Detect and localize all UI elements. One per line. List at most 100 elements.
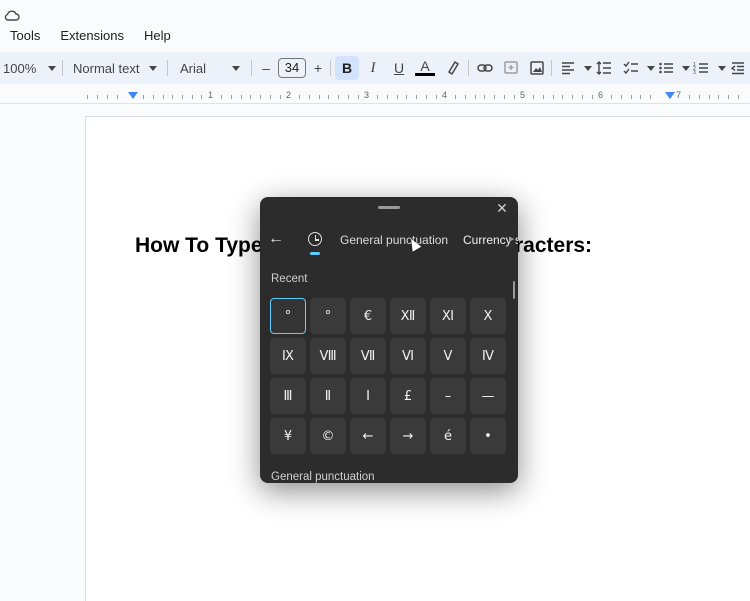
document-heading[interactable]: How To Type <box>135 234 263 258</box>
symbol-cell[interactable]: Ⅲ <box>270 378 306 414</box>
drag-handle[interactable] <box>378 206 400 209</box>
ruler-tick <box>436 95 437 99</box>
ruler-tick <box>699 95 700 99</box>
ruler-tick <box>182 95 183 99</box>
align-left-icon[interactable] <box>558 58 578 78</box>
active-tab-indicator <box>310 252 320 255</box>
ruler-tick <box>338 95 339 99</box>
chevron-down-icon[interactable] <box>682 66 690 71</box>
symbol-cell[interactable]: Ⅴ <box>430 338 466 374</box>
scroll-right-icon[interactable]: ▶ <box>509 235 515 245</box>
chevron-down-icon[interactable] <box>718 66 726 71</box>
symbol-cell[interactable]: Ⅸ <box>270 338 306 374</box>
divider <box>251 60 252 76</box>
chevron-down-icon[interactable] <box>584 66 592 71</box>
add-comment-icon[interactable] <box>501 58 521 78</box>
symbol-cell[interactable]: é <box>430 418 466 454</box>
ruler-tick <box>465 95 466 99</box>
symbol-cell[interactable]: – <box>430 378 466 414</box>
symbol-cell[interactable]: Ⅳ <box>470 338 506 374</box>
symbol-cell[interactable]: Ⅶ <box>350 338 386 374</box>
symbol-cell[interactable]: Ⅻ <box>390 298 426 334</box>
ruler-tick <box>153 95 154 99</box>
svg-text:3: 3 <box>693 70 696 76</box>
line-spacing-icon[interactable] <box>594 58 614 78</box>
menu-bar: Tools Extensions Help <box>0 27 181 45</box>
cloud-saved-icon[interactable] <box>4 8 20 22</box>
decrease-font-size-button[interactable]: – <box>256 58 276 78</box>
top-bar: Tools Extensions Help <box>0 0 750 50</box>
menu-tools[interactable]: Tools <box>0 27 50 45</box>
italic-button[interactable]: I <box>363 58 383 78</box>
font-select[interactable]: Arial <box>180 52 241 84</box>
underline-button[interactable]: U <box>389 58 409 78</box>
ruler-tick <box>406 95 407 99</box>
symbol-cell[interactable]: £ <box>390 378 426 414</box>
insert-image-icon[interactable] <box>527 58 547 78</box>
ruler-tick <box>201 95 202 99</box>
decrease-indent-icon[interactable] <box>728 58 748 78</box>
symbol-cell[interactable]: → <box>390 418 426 454</box>
divider <box>167 60 168 76</box>
symbol-cell[interactable]: ° <box>310 298 346 334</box>
ruler-tick <box>387 95 388 99</box>
ruler-number: 5 <box>520 90 526 100</box>
symbol-cell[interactable]: ° <box>270 298 306 334</box>
bold-button[interactable]: B <box>335 56 359 80</box>
ruler-tick <box>738 95 739 99</box>
ruler-tick <box>97 95 98 99</box>
ruler-tick <box>231 95 232 99</box>
ruler-tick <box>358 95 359 99</box>
ruler-tick <box>416 95 417 99</box>
divider <box>551 60 552 76</box>
ruler-tick <box>250 95 251 99</box>
symbol-cell[interactable]: ¥ <box>270 418 306 454</box>
symbol-cell[interactable]: • <box>470 418 506 454</box>
bulleted-list-icon[interactable] <box>656 58 676 78</box>
ruler-tick <box>533 95 534 99</box>
ruler-number: 1 <box>208 90 214 100</box>
toolbar: 100% Normal text Arial – 34 + B I U A 1 … <box>0 52 750 84</box>
chevron-down-icon <box>48 65 57 71</box>
symbol-cell[interactable]: Ⅱ <box>310 378 346 414</box>
left-indent-marker[interactable] <box>128 92 138 99</box>
tab-general-punctuation[interactable]: General punctuation <box>340 233 448 247</box>
symbol-cell[interactable]: — <box>470 378 506 414</box>
right-indent-marker[interactable] <box>665 92 675 99</box>
chevron-down-icon[interactable] <box>647 66 655 71</box>
ruler-number: 3 <box>364 90 370 100</box>
ruler-tick <box>328 95 329 99</box>
symbol-cell[interactable]: ← <box>350 418 386 454</box>
symbol-cell[interactable]: Ⅷ <box>310 338 346 374</box>
ruler-tick <box>397 95 398 99</box>
divider <box>468 60 469 76</box>
close-button[interactable]: ✕ <box>494 200 510 217</box>
symbol-cell[interactable]: € <box>350 298 386 334</box>
style-select[interactable]: Normal text <box>73 52 158 84</box>
checklist-icon[interactable] <box>621 58 641 78</box>
symbol-cell[interactable]: Ⅹ <box>470 298 506 334</box>
highlight-pen-icon[interactable] <box>443 58 463 78</box>
back-button[interactable]: ← <box>268 230 284 248</box>
ruler-tick <box>484 95 485 99</box>
ruler-tick <box>592 95 593 99</box>
menu-extensions[interactable]: Extensions <box>50 27 134 45</box>
zoom-select[interactable]: 100% <box>3 52 57 84</box>
symbol-cell[interactable]: © <box>310 418 346 454</box>
increase-font-size-button[interactable]: + <box>308 58 328 78</box>
symbol-cell[interactable]: Ⅰ <box>350 378 386 414</box>
text-color-button[interactable]: A <box>415 58 435 76</box>
link-icon[interactable] <box>475 58 495 78</box>
scrollbar[interactable] <box>513 281 515 299</box>
ruler-tick <box>640 95 641 99</box>
font-size-input[interactable]: 34 <box>278 58 306 78</box>
document-heading-continued[interactable]: racters: <box>515 234 592 258</box>
symbol-grid: ° ° € Ⅻ Ⅺ Ⅹ Ⅸ Ⅷ Ⅶ Ⅵ Ⅴ Ⅳ Ⅲ Ⅱ Ⅰ £ – — ¥ © … <box>270 298 506 454</box>
numbered-list-icon[interactable]: 1 2 3 <box>691 58 711 78</box>
symbol-cell[interactable]: Ⅵ <box>390 338 426 374</box>
ruler-tick <box>241 95 242 99</box>
symbol-cell[interactable]: Ⅺ <box>430 298 466 334</box>
ruler-tick <box>631 95 632 99</box>
recent-clock-icon[interactable] <box>308 232 322 246</box>
menu-help[interactable]: Help <box>134 27 181 45</box>
